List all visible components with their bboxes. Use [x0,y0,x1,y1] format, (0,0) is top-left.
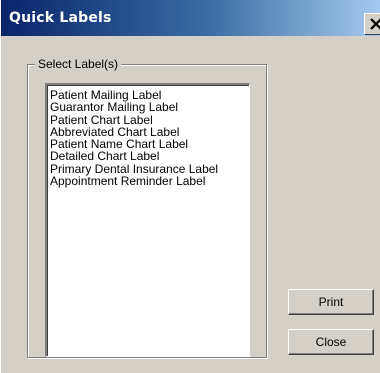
group-label: Select Label(s) [35,57,122,71]
labels-list: Patient Mailing Label Guarantor Mailing … [50,89,218,188]
close-button[interactable]: Close [288,329,374,355]
list-item[interactable]: Appointment Reminder Label [50,175,218,188]
quick-labels-dialog: Quick Labels Select Label(s) Patient Mai… [0,0,380,373]
window-title: Quick Labels [9,10,112,26]
title-close-button[interactable] [364,13,380,35]
list-item[interactable]: Detailed Chart Label [50,150,218,163]
print-button[interactable]: Print [288,289,374,315]
close-icon [370,18,380,30]
list-item[interactable]: Guarantor Mailing Label [50,101,218,114]
title-bar[interactable]: Quick Labels [1,0,380,36]
labels-listbox[interactable]: Patient Mailing Label Guarantor Mailing … [45,83,250,357]
